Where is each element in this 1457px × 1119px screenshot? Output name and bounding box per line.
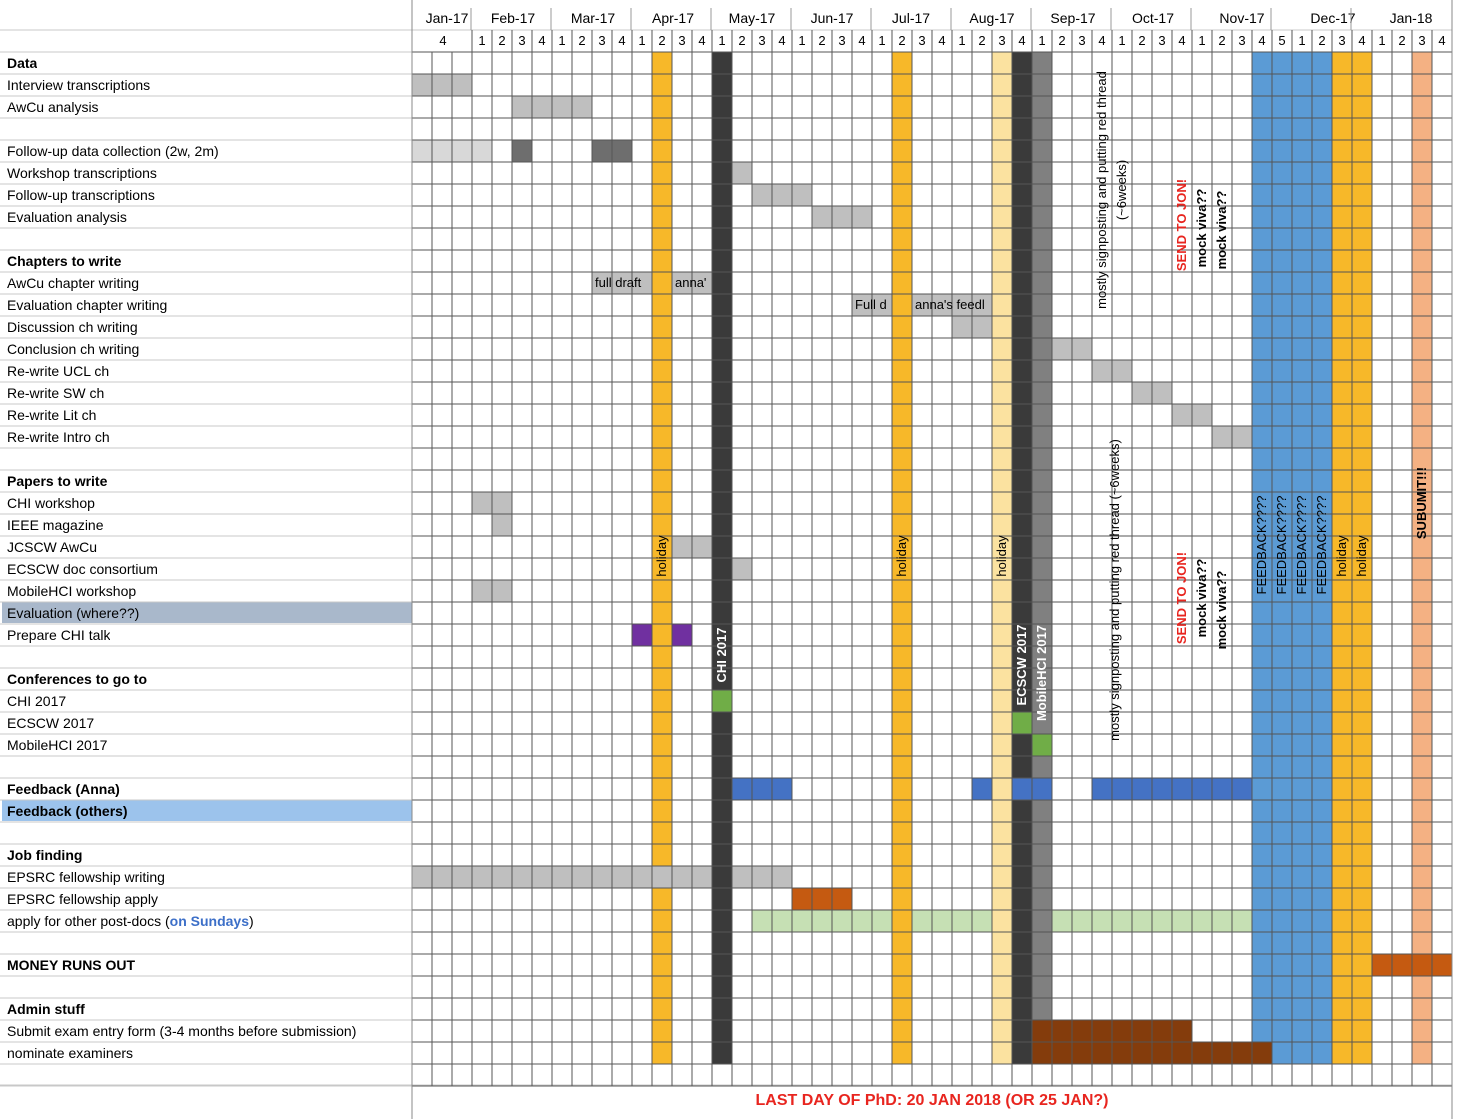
note-signposting-top: mostly signposting and putting red threa… — [1094, 71, 1109, 309]
gantt-spreadsheet: Jan-17 Feb-17 Mar-17 Apr-17 May-17 Jun-17 Jul-… — [0, 0, 1457, 1119]
feedback-label-4: FEEDBACK???? — [1314, 495, 1329, 595]
row-label: AwCu chapter writing — [7, 275, 140, 291]
row-label: Conferences to go to — [7, 671, 148, 687]
row-label: Feedback (Anna) — [7, 781, 120, 797]
row-label: Papers to write — [7, 473, 108, 489]
holiday-label-apr: holiday — [654, 535, 669, 577]
submit-label: SUBUMIT!!! — [1414, 466, 1429, 540]
row-label: Discussion ch writing — [7, 319, 138, 335]
row-label: Workshop transcriptions — [7, 165, 157, 181]
row-label: Interview transcriptions — [7, 77, 151, 93]
note-signposting-weeks: (~6weeks) — [1114, 159, 1129, 221]
feedback-label-1: FEEDBACK???? — [1254, 495, 1269, 595]
row-label: CHI workshop — [7, 495, 95, 511]
on-sundays-note: on Sundays — [169, 913, 249, 929]
row-label: Re-write Lit ch — [7, 407, 97, 423]
row-label: ECSCW doc consortium — [7, 561, 158, 577]
mobilehci-2017-label: MobileHCI 2017 — [1034, 624, 1049, 722]
row-label: Chapters to write — [7, 253, 122, 269]
holiday-label-aug: holiday — [994, 535, 1009, 577]
row-label: Re-write SW ch — [7, 385, 105, 401]
chi-2017-label: CHI 2017 — [714, 627, 729, 683]
row-label: Submit exam entry form (3-4 months befor… — [7, 1023, 357, 1039]
row-label: MobileHCI 2017 — [7, 737, 108, 753]
note-signposting-bottom: mostly signposting and putting red threa… — [1107, 439, 1122, 741]
phd-deadline-footer: LAST DAY OF PhD: 20 JAN 2018 (OR 25 JAN?… — [755, 1092, 1109, 1109]
row-label: nominate examiners — [7, 1045, 134, 1061]
row-label: Admin stuff — [7, 1001, 85, 1017]
row-label: Conclusion ch writing — [7, 341, 140, 357]
feedback-label-2: FEEDBACK???? — [1274, 495, 1289, 595]
row-label: Data — [7, 55, 38, 71]
grid-lines — [0, 0, 1453, 1119]
note-send-to-jon-bottom: SEND TO JON! — [1174, 551, 1189, 645]
row-label: Follow-up transcriptions — [7, 187, 155, 203]
row-label: CHI 2017 — [7, 693, 67, 709]
row-label: Job finding — [7, 847, 83, 863]
row-label: AwCu analysis — [7, 99, 99, 115]
ecscw-2017-label: ECSCW 2017 — [1014, 624, 1029, 706]
row-label: Evaluation (where??) — [7, 605, 140, 621]
row-label: JCSCW AwCu — [7, 539, 97, 555]
row-label: IEEE magazine — [7, 517, 104, 533]
row-label: Follow-up data collection (2w, 2m) — [7, 143, 219, 159]
row-label: Re-write UCL ch — [7, 363, 110, 379]
holiday-label-dec-2: holiday — [1354, 535, 1369, 577]
row-label: Feedback (others) — [7, 803, 128, 819]
row-label: EPSRC fellowship apply — [7, 891, 158, 907]
note-full-d: Full d — [855, 297, 887, 312]
note-anna: anna' — [675, 275, 707, 290]
row-label: ECSCW 2017 — [7, 715, 95, 731]
note-anna-feedback: anna's feedl — [915, 297, 985, 312]
note-mock-viva-1: mock viva?? — [1194, 188, 1209, 268]
row-label: Evaluation chapter writing — [7, 297, 168, 313]
holiday-label-jul: holiday — [894, 535, 909, 577]
note-mock-viva-4: mock viva?? — [1214, 570, 1229, 650]
note-send-to-jon-top: SEND TO JON! — [1174, 178, 1189, 272]
row-label: EPSRC fellowship writing — [7, 869, 165, 885]
row-label: Re-write Intro ch — [7, 429, 110, 445]
row-label: Evaluation analysis — [7, 209, 127, 225]
feedback-label-3: FEEDBACK???? — [1294, 495, 1309, 595]
row-label: Prepare CHI talk — [7, 627, 111, 643]
note-mock-viva-3: mock viva?? — [1194, 558, 1209, 638]
row-label: apply for other post-docs (on Sundays) — [7, 913, 254, 929]
holiday-label-dec-1: holiday — [1334, 535, 1349, 577]
note-full-draft: full draft — [595, 275, 642, 290]
row-label: MobileHCI workshop — [7, 583, 137, 599]
note-mock-viva-2: mock viva?? — [1214, 190, 1229, 270]
row-label: MONEY RUNS OUT — [7, 957, 136, 973]
